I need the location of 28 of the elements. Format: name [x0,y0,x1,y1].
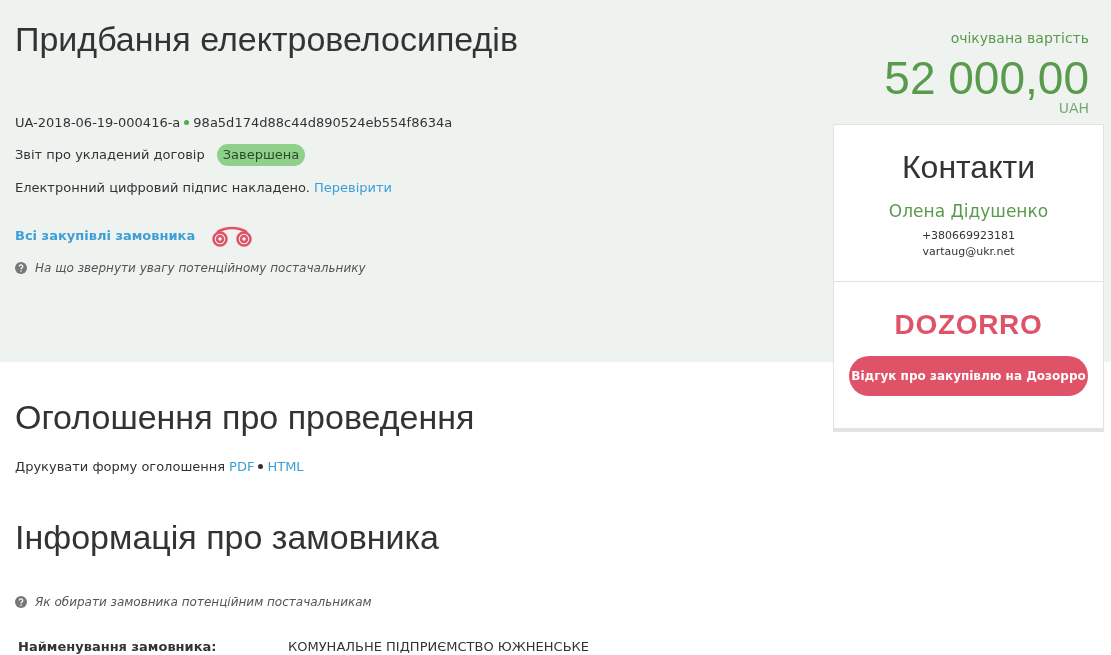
tender-hash: 98a5d174d88c44d890524eb554f8634a [193,113,453,132]
section-title: Інформація про замовника [15,517,440,558]
buyer-tenders-link[interactable]: Всі закупівлі замовника [15,226,196,246]
print-link[interactable]: HTML [267,456,304,476]
help-icon [15,595,27,608]
contact-phone: +380669923181 [921,227,1016,244]
hint-text: На що звернути увагу потенційному постачальнику [35,260,366,277]
signature-text: Електронний цифровий підпис накладено. [15,178,310,197]
feedback-button[interactable]: Відгук про закупівлю на Дозорро [849,355,1088,396]
contacts-title: Контакти [901,148,1036,187]
status-badge: Завершена [216,144,306,166]
help-icon [15,262,27,274]
verify-link[interactable]: Перевірити [314,177,392,197]
section-title: Оголошення про проведення [15,397,476,438]
print-label: Друкувати форму оголошення [15,457,226,476]
field-label: Найменування замовника: [17,637,218,655]
contact-name: Олена Дідушенко [888,200,1049,223]
currency: UAH [1058,101,1089,115]
dozorro-logo: DOZORRO [894,307,1043,342]
contact-email: vartaug@ukr.net [922,244,1015,260]
tender-id: UA-2018-06-19-000416-a [15,113,181,132]
value-label: очікувана вартість [950,29,1089,48]
field-value: КОМУНАЛЬНЕ ПІДПРИЄМСТВО ЮЖНЕНСЬКЕ [288,637,590,655]
report-label: Звіт про укладений договір [15,146,205,164]
page-title: Придбання електровелосипедів [15,19,518,60]
print-link[interactable]: PDF [229,456,255,476]
hint-text: Як обирати замовника потенційним постачальникам [35,593,372,611]
binoculars-icon [211,225,254,247]
